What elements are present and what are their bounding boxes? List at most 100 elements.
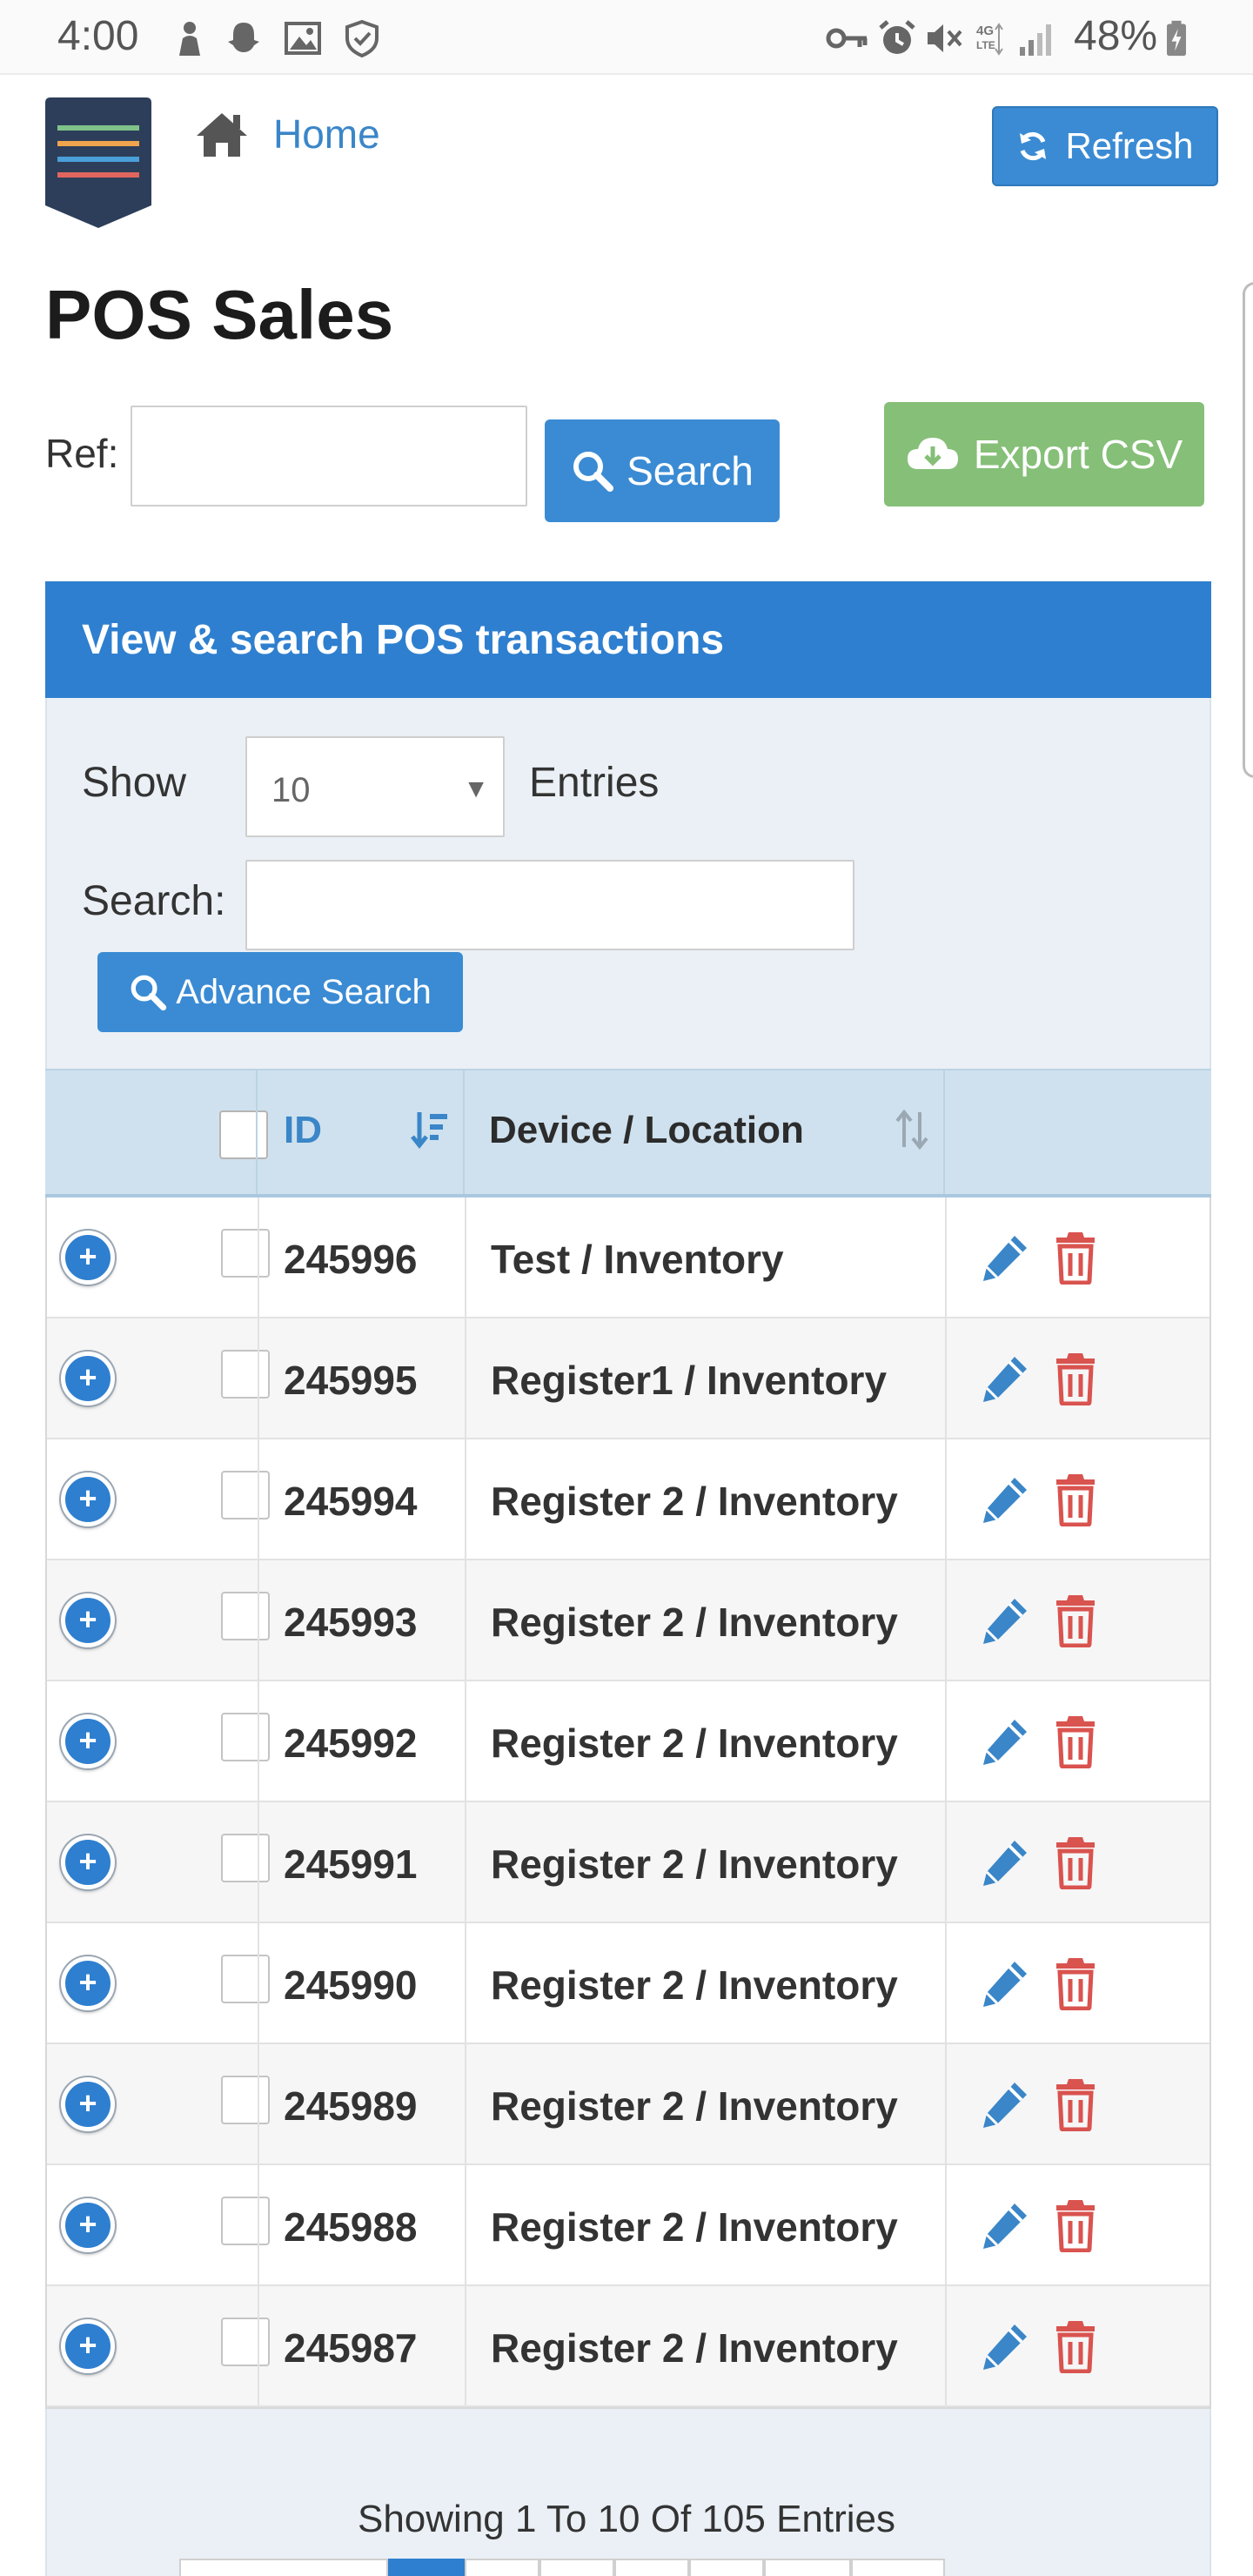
table-search-input[interactable] [245, 860, 854, 950]
select-cell [160, 2044, 270, 2163]
sort-desc-icon [411, 1112, 447, 1150]
transaction-id: 245996 [284, 1237, 418, 1282]
header-device-location[interactable]: Device / Location [463, 1070, 943, 1194]
device-location-cell: Register 2 / Inventory [465, 1802, 945, 1922]
delete-trash-icon[interactable] [1053, 1472, 1098, 1526]
refresh-button[interactable]: Refresh [992, 106, 1218, 186]
expand-row-button[interactable]: + [61, 2319, 115, 2373]
logo-stripe-red [57, 172, 139, 178]
expand-cell: + [47, 1197, 160, 1317]
actions-cell [945, 1560, 1213, 1680]
app-logo[interactable] [45, 97, 151, 228]
header-id-label: ID [284, 1109, 322, 1151]
search-button[interactable]: Search [545, 419, 780, 522]
pagination [179, 2559, 945, 2576]
table-row: + 245990 Register 2 / Inventory [47, 1923, 1209, 2044]
edit-pencil-icon[interactable] [980, 1353, 1030, 1404]
delete-trash-icon[interactable] [1053, 1352, 1098, 1405]
select-cell [160, 2286, 270, 2405]
svg-text:4G: 4G [976, 23, 994, 38]
select-cell [160, 1681, 270, 1801]
delete-trash-icon[interactable] [1053, 2319, 1098, 2373]
expand-cell: + [47, 1439, 160, 1559]
device-location: Register 2 / Inventory [491, 1841, 898, 1887]
delete-trash-icon[interactable] [1053, 1593, 1098, 1647]
device-location: Register 2 / Inventory [491, 1600, 898, 1645]
device-location: Test / Inventory [491, 1237, 784, 1282]
delete-trash-icon[interactable] [1053, 1835, 1098, 1889]
delete-trash-icon[interactable] [1053, 1231, 1098, 1285]
edit-pencil-icon[interactable] [980, 1474, 1030, 1525]
actions-cell [945, 1318, 1213, 1438]
expand-row-button[interactable]: + [61, 1352, 115, 1405]
logo-stripe-green [57, 125, 139, 131]
delete-trash-icon[interactable] [1053, 2077, 1098, 2131]
edit-pencil-icon[interactable] [980, 1595, 1030, 1646]
select-cell [160, 1923, 270, 2043]
delete-trash-icon[interactable] [1053, 1956, 1098, 2010]
pagination-page[interactable] [539, 2559, 614, 2576]
table-row: + 245996 Test / Inventory [47, 1197, 1209, 1318]
expand-cell: + [47, 1923, 160, 2043]
header-id[interactable]: ID [256, 1070, 463, 1194]
header-actions [943, 1070, 1211, 1194]
edit-pencil-icon[interactable] [980, 1232, 1030, 1283]
key-icon [826, 28, 868, 49]
pagination-next[interactable] [851, 2559, 945, 2576]
advance-search-button[interactable]: Advance Search [97, 952, 463, 1032]
edit-pencil-icon[interactable] [980, 1716, 1030, 1767]
delete-trash-icon[interactable] [1053, 1714, 1098, 1768]
ref-label: Ref: [45, 431, 119, 476]
expand-row-button[interactable]: + [61, 2077, 115, 2131]
ref-input[interactable] [131, 406, 527, 506]
svg-text:LTE: LTE [976, 39, 995, 51]
edit-pencil-icon[interactable] [980, 2321, 1030, 2371]
entries-per-page-select[interactable]: 10 ▼ [245, 736, 505, 837]
expand-row-button[interactable]: + [61, 1231, 115, 1285]
pagination-page[interactable] [764, 2559, 851, 2576]
refresh-button-label: Refresh [1065, 125, 1194, 166]
expand-row-button[interactable]: + [61, 1956, 115, 2010]
transaction-id: 245992 [284, 1721, 418, 1766]
pagination-page[interactable] [465, 2559, 539, 2576]
expand-row-button[interactable]: + [61, 1714, 115, 1768]
device-location-cell: Register 2 / Inventory [465, 2044, 945, 2163]
delete-trash-icon[interactable] [1053, 2198, 1098, 2252]
expand-cell: + [47, 1318, 160, 1438]
device-location-cell: Register 2 / Inventory [465, 1439, 945, 1559]
search-button-label: Search [626, 448, 754, 493]
expand-cell: + [47, 2165, 160, 2284]
mute-icon [928, 24, 962, 52]
actions-cell [945, 2286, 1213, 2405]
sort-icon [895, 1109, 928, 1150]
select-cell [160, 1802, 270, 1922]
edit-pencil-icon[interactable] [980, 2200, 1030, 2251]
table-row: + 245993 Register 2 / Inventory [47, 1560, 1209, 1681]
expand-row-button[interactable]: + [61, 1593, 115, 1647]
edit-pencil-icon[interactable] [980, 1837, 1030, 1888]
select-cell [160, 1318, 270, 1438]
4g-lte-icon: 4G LTE [976, 23, 1003, 56]
home-icon [197, 113, 247, 157]
expand-cell: + [47, 2286, 160, 2405]
pagination-previous[interactable] [179, 2559, 388, 2576]
table-row: + 245987 Register 2 / Inventory [47, 2286, 1209, 2407]
home-link[interactable]: Home [195, 110, 380, 158]
edit-pencil-icon[interactable] [980, 1958, 1030, 2009]
edit-pencil-icon[interactable] [980, 2079, 1030, 2130]
table-row: + 245995 Register1 / Inventory [47, 1318, 1209, 1439]
expand-row-button[interactable]: + [61, 1472, 115, 1526]
device-location-cell: Register 2 / Inventory [465, 2286, 945, 2405]
refresh-icon [1020, 131, 1047, 161]
header-select-cell [158, 1070, 268, 1194]
pagination-page[interactable] [689, 2559, 764, 2576]
side-drawer-handle[interactable] [1243, 282, 1253, 778]
search-icon [573, 452, 614, 492]
export-csv-button[interactable]: Export CSV [884, 402, 1204, 506]
device-location: Register 2 / Inventory [491, 1479, 898, 1524]
expand-row-button[interactable]: + [61, 1835, 115, 1889]
table-row: + 245994 Register 2 / Inventory [47, 1439, 1209, 1560]
expand-row-button[interactable]: + [61, 2198, 115, 2252]
pagination-page-active[interactable] [388, 2559, 465, 2576]
pagination-page[interactable] [614, 2559, 689, 2576]
